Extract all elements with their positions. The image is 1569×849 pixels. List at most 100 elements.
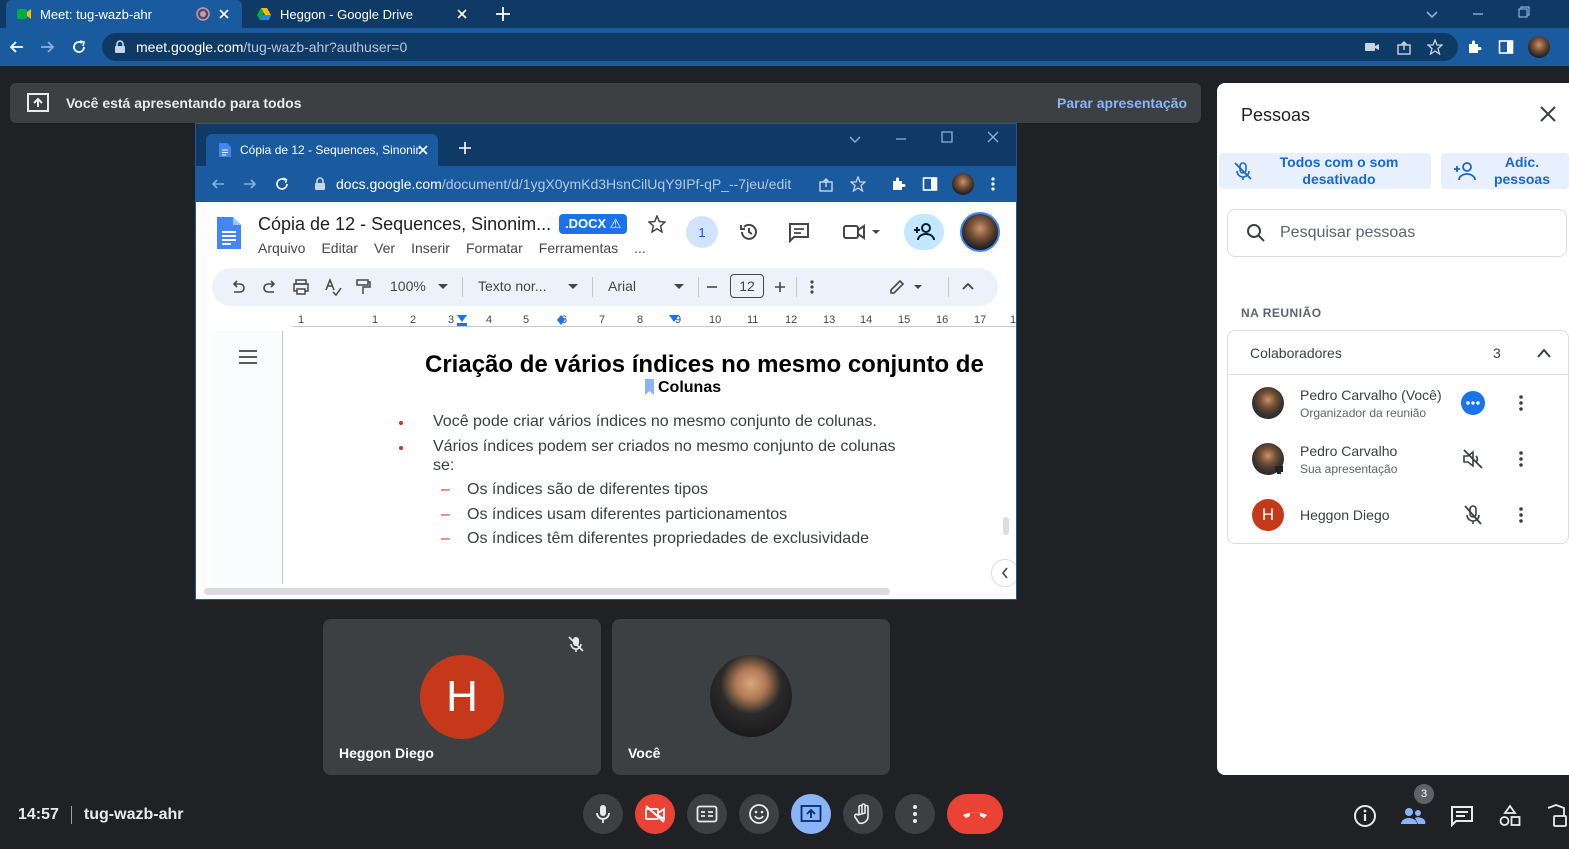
star-icon[interactable]	[648, 215, 666, 233]
document-page[interactable]: Criação de vários índices no mesmo conju…	[282, 331, 1016, 587]
present-button[interactable]	[791, 794, 831, 834]
decrease-font-icon[interactable]	[706, 281, 718, 293]
zoom-select[interactable]: 100%	[390, 278, 426, 294]
menu-inserir[interactable]: Inserir	[411, 240, 450, 256]
back-icon[interactable]	[210, 176, 226, 192]
right-indent-icon[interactable]	[668, 314, 680, 326]
ruler[interactable]: 1 1 2 3 4 5 6 7 8 9 10 11 12 13 14 15 16…	[212, 314, 1016, 330]
new-tab-icon[interactable]	[458, 141, 472, 155]
chevron-down-icon[interactable]	[848, 132, 862, 146]
leave-call-button[interactable]	[947, 794, 1003, 834]
meet-video-icon[interactable]	[842, 222, 882, 242]
participant-tile-heggon[interactable]: H Heggon Diego	[323, 619, 601, 775]
reload-icon[interactable]	[274, 176, 290, 192]
indent-marker-icon[interactable]	[456, 314, 468, 326]
participant-row[interactable]: Pedro Carvalho Sua apresentação	[1228, 431, 1568, 487]
edit-mode-icon[interactable]	[888, 278, 924, 296]
viewers-badge[interactable]: 1	[686, 216, 718, 248]
profile-avatar[interactable]	[952, 173, 974, 195]
star-icon[interactable]	[1427, 39, 1443, 55]
forward-icon[interactable]	[38, 38, 56, 56]
group-header[interactable]: Colaboradores 3	[1228, 331, 1568, 375]
horizontal-scrollbar[interactable]	[204, 588, 890, 595]
increase-font-icon[interactable]	[774, 281, 786, 293]
restore-icon[interactable]	[1516, 4, 1532, 20]
more-vert-icon[interactable]	[1519, 395, 1523, 411]
chat-icon[interactable]	[1450, 804, 1474, 828]
tab-meet[interactable]: Meet: tug-wazb-ahr	[6, 0, 242, 28]
host-controls-icon[interactable]	[1546, 804, 1568, 828]
history-icon[interactable]	[738, 221, 760, 243]
close-icon[interactable]	[454, 6, 470, 22]
font-select[interactable]: Arial	[608, 278, 636, 294]
outline-icon[interactable]	[238, 349, 258, 365]
more-options-button[interactable]	[895, 794, 935, 834]
side-panel-icon[interactable]	[1498, 39, 1514, 55]
close-icon[interactable]	[216, 6, 232, 22]
tab-drive[interactable]: Heggon - Google Drive	[246, 0, 480, 28]
back-icon[interactable]	[8, 38, 26, 56]
close-icon[interactable]	[1539, 105, 1557, 123]
redo-icon[interactable]	[262, 279, 278, 295]
star-icon[interactable]	[850, 176, 866, 192]
tab-docs[interactable]: Cópia de 12 - Sequences, Sinonim	[206, 134, 438, 166]
print-icon[interactable]	[292, 278, 310, 296]
doc-title[interactable]: Cópia de 12 - Sequences, Sinonim...	[258, 214, 551, 235]
mic-button[interactable]	[583, 794, 623, 834]
raise-hand-button[interactable]	[843, 794, 883, 834]
undo-icon[interactable]	[230, 279, 246, 295]
more-vert-icon[interactable]	[810, 279, 814, 295]
menu-arquivo[interactable]: Arquivo	[258, 240, 305, 256]
participant-tile-self[interactable]: Você	[612, 619, 890, 775]
side-panel-toggle[interactable]	[991, 559, 1016, 587]
tab-stop-icon[interactable]	[556, 314, 566, 326]
chevron-up-icon[interactable]	[962, 281, 974, 291]
menu-more[interactable]: ...	[634, 240, 646, 256]
url-bar[interactable]: meet.google.com/tug-wazb-ahr?authuser=0	[102, 33, 1458, 61]
more-vert-icon[interactable]	[1519, 451, 1523, 467]
people-icon[interactable]	[1400, 804, 1426, 828]
menu-ver[interactable]: Ver	[374, 240, 395, 256]
extensions-icon[interactable]	[1466, 39, 1482, 55]
docx-badge[interactable]: .DOCX ⚠	[559, 214, 628, 234]
reload-icon[interactable]	[70, 38, 88, 56]
add-people-button[interactable]: Adic. pessoas	[1441, 153, 1569, 189]
minimize-icon[interactable]	[1470, 6, 1486, 22]
maximize-icon[interactable]	[940, 130, 954, 144]
font-size-input[interactable]: 12	[730, 274, 764, 298]
docs-url-bar[interactable]: docs.google.com/document/d/1ygX0ymKd3Hsn…	[306, 170, 816, 198]
chevron-up-icon[interactable]	[1536, 347, 1552, 359]
stop-presenting-button[interactable]: Parar apresentação	[1057, 95, 1187, 111]
docs-profile-avatar[interactable]	[960, 212, 1000, 252]
spellcheck-icon[interactable]	[324, 278, 342, 296]
vertical-scrollbar[interactable]	[1003, 517, 1009, 535]
mute-all-button[interactable]: Todos com o som desativado	[1219, 153, 1431, 189]
camera-icon[interactable]	[1364, 40, 1380, 54]
new-tab-icon[interactable]	[494, 5, 512, 23]
chevron-down-icon[interactable]	[1424, 6, 1440, 22]
captions-button[interactable]	[687, 794, 727, 834]
extensions-icon[interactable]	[890, 176, 906, 192]
menu-ferramentas[interactable]: Ferramentas	[539, 240, 618, 256]
profile-avatar[interactable]	[1528, 36, 1550, 58]
close-window-icon[interactable]	[986, 130, 1000, 144]
share-button[interactable]	[904, 214, 944, 250]
info-icon[interactable]	[1353, 804, 1377, 828]
style-select[interactable]: Texto nor...	[478, 278, 546, 294]
camera-button[interactable]	[635, 794, 675, 834]
paint-format-icon[interactable]	[354, 278, 372, 296]
more-vert-icon[interactable]	[1519, 507, 1523, 523]
participant-row[interactable]: Pedro Carvalho (Você) Organizador da reu…	[1228, 375, 1568, 431]
participant-row[interactable]: H Heggon Diego	[1228, 487, 1568, 543]
comment-icon[interactable]	[788, 221, 810, 243]
close-icon[interactable]	[416, 143, 430, 157]
activities-icon[interactable]	[1498, 804, 1522, 828]
forward-icon[interactable]	[242, 176, 258, 192]
more-vert-icon[interactable]	[990, 176, 996, 192]
side-panel-icon[interactable]	[922, 176, 938, 192]
menu-formatar[interactable]: Formatar	[466, 240, 523, 256]
search-input[interactable]: Pesquisar pessoas	[1227, 209, 1567, 257]
minimize-icon[interactable]	[894, 132, 908, 146]
menu-editar[interactable]: Editar	[321, 240, 358, 256]
reactions-button[interactable]	[739, 794, 779, 834]
